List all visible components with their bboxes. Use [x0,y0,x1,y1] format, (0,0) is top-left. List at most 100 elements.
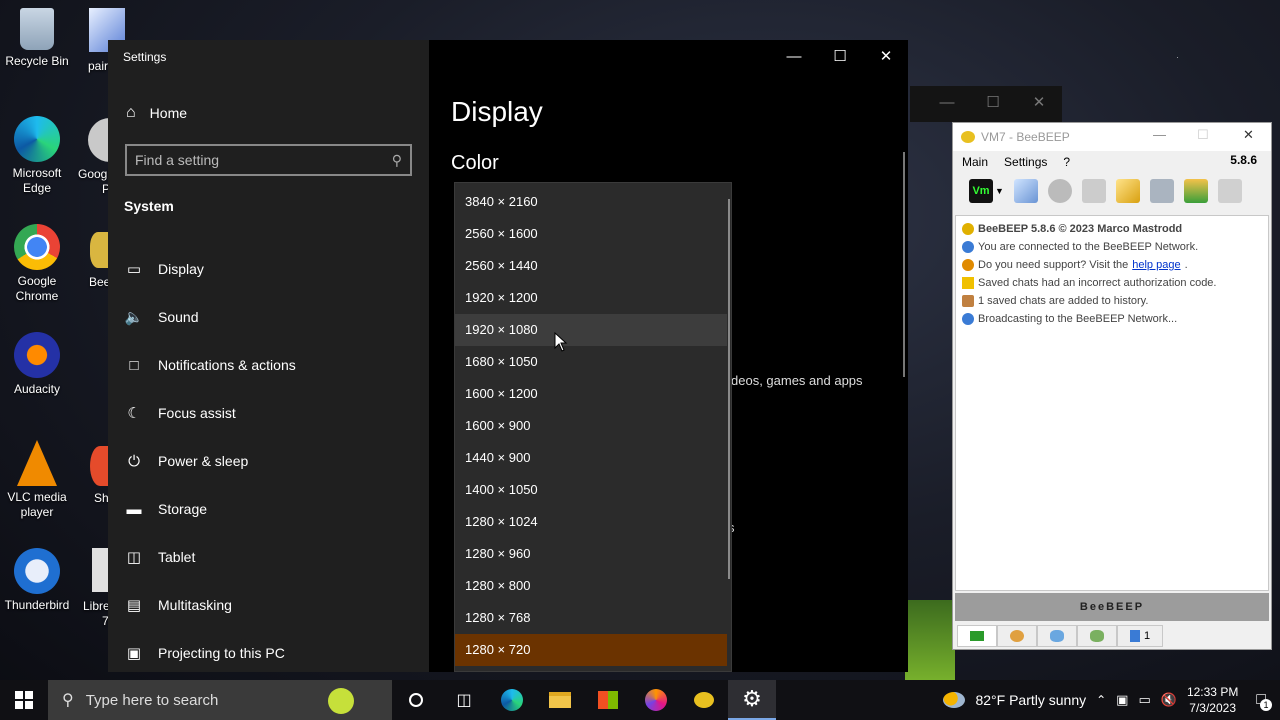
minimize-icon[interactable]: — [1153,127,1166,142]
resolution-option[interactable]: 1440 × 900 [455,442,727,474]
nav-item-sound[interactable]: 🔈 Sound [108,293,429,341]
log-line: BeeBEEP 5.8.6 © 2023 Marco Mastrodd [962,220,1262,238]
close-icon[interactable]: ✕ [1016,86,1062,118]
trash-icon[interactable] [1217,179,1242,203]
resolution-option[interactable]: 1600 × 1200 [455,378,727,410]
firefox-icon [645,689,667,711]
tab-chats[interactable] [1037,625,1077,647]
resolution-option-hovered[interactable]: 1920 × 1080 [455,314,727,346]
update-icon[interactable] [1183,179,1208,203]
network-icon[interactable] [1047,179,1072,203]
resolution-option[interactable]: 1680 × 1050 [455,346,727,378]
resolution-option[interactable]: 1280 × 960 [455,538,727,570]
share-icon [1090,630,1104,642]
minimize-icon[interactable]: — [771,40,817,72]
chevron-down-icon[interactable]: ▼ [995,186,1004,196]
home-nav-item[interactable]: ⌂ Home [126,104,187,122]
taskbar-file-explorer[interactable] [536,680,584,720]
bee-app-icon [961,131,975,143]
notification-center-icon[interactable]: □1 [1256,691,1272,711]
taskbar-edge[interactable] [488,680,536,720]
desktop-icon-thunderbird[interactable]: Thunderbird [0,548,74,613]
tab-shares[interactable] [1077,625,1117,647]
menu-settings[interactable]: Settings [1004,155,1047,169]
page-title: Display [451,96,543,127]
nav-item-power-sleep[interactable]: ⏻ Power & sleep [108,437,429,485]
store-icon [598,691,618,709]
taskbar-firefox[interactable] [632,680,680,720]
profile-edit-icon[interactable] [1013,179,1038,203]
tennis-ball-icon [328,688,354,714]
task-view-button[interactable]: ◫ [440,680,488,720]
content-scrollbar[interactable] [903,152,905,377]
resolution-option[interactable]: 1280 × 800 [455,570,727,602]
cortana-button[interactable] [392,680,440,720]
pencil-icon[interactable] [1115,179,1140,203]
resolution-option[interactable]: 2560 × 1600 [455,218,727,250]
dropdown-scrollbar[interactable] [728,199,730,579]
taskbar-search-box[interactable]: ⚲ Type here to search [48,680,392,720]
edge-icon [14,116,60,162]
taskbar-settings[interactable]: ⚙ [728,680,776,720]
find-setting-input[interactable] [135,152,392,168]
tab-users[interactable] [957,625,997,647]
close-icon[interactable]: ✕ [1243,127,1254,143]
resolution-option[interactable]: 1280 × 768 [455,602,727,634]
tab-groups[interactable] [997,625,1037,647]
gear-icon: ⚙ [742,686,762,711]
home-icon[interactable] [1081,179,1106,203]
desktop-icon-recycle-bin[interactable]: Recycle Bin [0,8,74,69]
resolution-option[interactable]: 1600 × 900 [455,410,727,442]
nav-item-notifications[interactable]: □ Notifications & actions [108,341,429,389]
close-icon[interactable]: ✕ [863,40,909,72]
desktop-icon-edge[interactable]: Microsoft Edge [0,116,74,196]
resolution-option[interactable]: 3840 × 2160 [455,186,727,218]
multitasking-icon: ▤ [126,597,142,614]
resolution-option[interactable]: 1280 × 1024 [455,506,727,538]
search-icon[interactable]: ⚲ [392,152,402,169]
clock[interactable]: 12:33 PM 7/3/2023 [1187,684,1238,716]
section-title: Color [451,152,499,174]
nav-item-focus-assist[interactable]: ☾ Focus assist [108,389,429,437]
weather-text[interactable]: 82°F Partly sunny [975,692,1086,708]
vm-status-icon[interactable]: Vm [969,179,993,203]
desktop-icon-partial-4[interactable] [90,446,110,486]
desktop-icon-vlc[interactable]: VLC media player [0,440,74,520]
resolution-option[interactable]: 2560 × 1440 [455,250,727,282]
resolution-option[interactable]: 1400 × 1050 [455,474,727,506]
desktop-icon-chrome[interactable]: Google Chrome [0,224,74,304]
beebeep-tabs: 1 [957,625,1164,647]
tab-history[interactable]: 1 [1117,625,1164,647]
volume-muted-icon[interactable]: 🔇 [1161,692,1177,708]
nav-item-label: Power & sleep [158,453,249,469]
nav-item-projecting[interactable]: ▣ Projecting to this PC [108,629,429,677]
taskbar-beebeep[interactable] [680,680,728,720]
nav-item-tablet[interactable]: ◫ Tablet [108,533,429,581]
resolution-option[interactable]: 1920 × 1200 [455,282,727,314]
nav-item-label: Display [158,261,204,277]
nav-item-multitasking[interactable]: ▤ Multitasking [108,581,429,629]
resolution-option-selected[interactable]: 1280 × 720 [455,634,727,666]
resolution-dropdown-list[interactable]: 3840 × 2160 2560 × 1600 2560 × 1440 1920… [454,182,732,672]
maximize-icon[interactable]: ☐ [817,40,863,72]
desktop-icon-partial-3[interactable] [90,232,110,268]
broadcast-icon [962,313,974,325]
desktop-icon-audacity[interactable]: Audacity [0,332,74,397]
find-setting-search-box[interactable]: ⚲ [125,144,412,176]
menu-help[interactable]: ? [1063,155,1070,169]
help-page-link[interactable]: help page [1132,256,1180,274]
nav-item-display[interactable]: ▭ Display [108,245,429,293]
tools-icon[interactable] [1149,179,1174,203]
start-button[interactable] [0,680,48,720]
nav-item-storage[interactable]: ▬ Storage [108,485,429,533]
network-icon[interactable]: ▭ [1138,692,1150,708]
chevron-up-icon[interactable]: ⌃ [1096,693,1106,707]
menu-main[interactable]: Main [962,155,988,169]
tray-app-icon[interactable]: ▣ [1116,692,1128,708]
taskbar-store[interactable] [584,680,632,720]
weather-icon[interactable] [943,692,966,708]
thunderbird-icon [14,548,60,594]
maximize-icon[interactable]: ☐ [970,86,1016,118]
minimize-icon[interactable]: — [924,86,970,118]
maximize-icon[interactable]: ☐ [1197,127,1209,143]
